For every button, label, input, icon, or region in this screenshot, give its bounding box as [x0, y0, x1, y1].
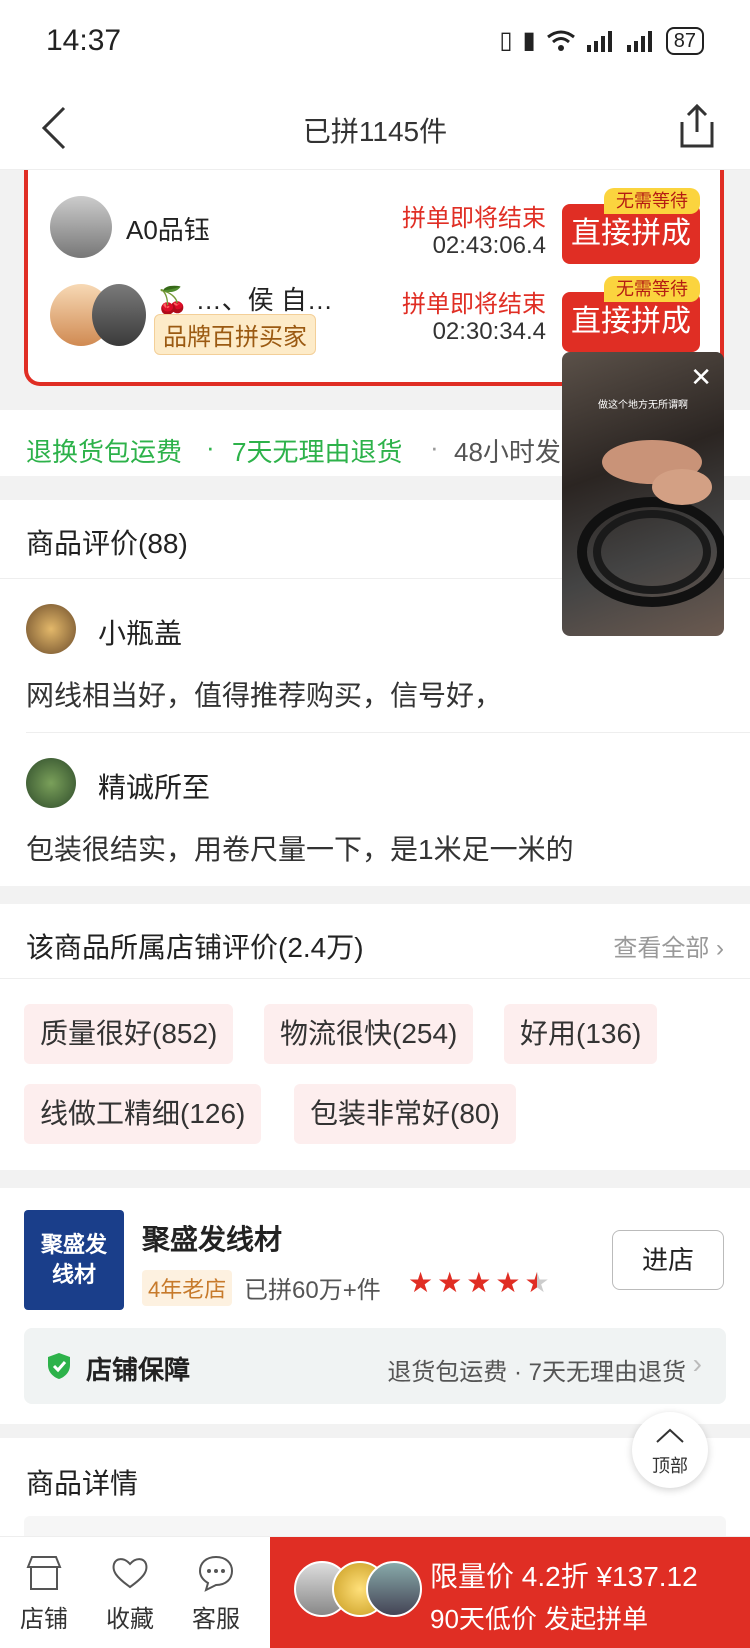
page-title: 已拼1145件 — [302, 116, 448, 147]
review-tag[interactable]: 好用(136) — [504, 1004, 658, 1064]
customer-service-tab-label: 客服 — [192, 1606, 240, 1633]
store-guarantee-title: 店铺保障 — [86, 1355, 191, 1385]
status-time: 14:37 — [46, 24, 122, 57]
divider — [26, 732, 750, 733]
store-reviews-title: 该商品所属店铺评价(2.4万) — [26, 932, 364, 963]
guarantee-separator: · — [206, 432, 215, 462]
shield-icon — [48, 1353, 70, 1379]
store-card: 聚盛发 线材 聚盛发线材 4年老店 已拼60万+件 ★ ★ ★ ★ ★ 进店 店铺… — [0, 1188, 750, 1424]
favorite-tab-label: 收藏 — [106, 1606, 154, 1633]
customer-service-tab[interactable]: 客服 — [176, 1553, 256, 1634]
nfc-icon: ▯ — [499, 27, 513, 54]
store-tab-label: 店铺 — [20, 1606, 68, 1633]
store-logo[interactable]: 聚盛发 线材 — [24, 1210, 124, 1310]
store-reviews: 该商品所属店铺评价(2.4万) 查看全部 › 质量很好(852) 物流很快(25… — [0, 904, 750, 1170]
store-icon — [26, 1556, 62, 1590]
enter-store-button[interactable]: 进店 — [612, 1230, 724, 1290]
review-tag[interactable]: 质量很好(852) — [24, 1004, 234, 1064]
guarantee-48h-ship: 48小时发 — [454, 437, 561, 467]
store-rating: ★ ★ ★ ★ ★ — [408, 1266, 550, 1299]
review-tag[interactable]: 线做工精细(126) — [24, 1084, 262, 1144]
see-all-label: 查看全部 — [613, 935, 710, 962]
group-ending-label: 拼单即将结束 — [402, 205, 546, 232]
store-sales: 已拼60万+件 — [244, 1277, 381, 1304]
chevron-right-icon: › — [692, 1348, 702, 1379]
start-group-buy-button[interactable]: 限量价 4.2折 ¥137.12 90天低价 发起拼单 — [270, 1537, 750, 1648]
star-icon: ★ — [408, 1267, 434, 1298]
review-text: 包装很结实，用卷尺量一下，是1米足一米的 — [26, 834, 574, 865]
back-to-top-label: 顶部 — [652, 1456, 688, 1476]
back-to-top-button[interactable]: 顶部 — [632, 1412, 708, 1488]
group-ending-label: 拼单即将结束 — [402, 291, 546, 318]
limited-price: 限量价 4.2折 ¥137.12 — [430, 1561, 698, 1592]
details-title: 商品详情 — [26, 1468, 139, 1499]
no-wait-tag: 无需等待 — [604, 188, 700, 214]
brand-buyer-badge: 品牌百拼买家 — [154, 314, 316, 355]
battery-indicator: 87 — [665, 26, 704, 55]
star-icon: ★ — [466, 1267, 492, 1298]
bottom-action-bar: 店铺 收藏 客服 限量价 4.2折 ¥137.12 90天低价 发起拼单 — [0, 1536, 750, 1648]
group-timer: 02:43:06.4 — [432, 232, 546, 259]
group-row: A0品钰 拼单即将结束 02:43:06.4 直接拼成 无需等待 — [28, 188, 720, 280]
store-name[interactable]: 聚盛发线材 — [142, 1218, 282, 1258]
reviewer-avatar — [26, 758, 76, 808]
signal-icon — [586, 30, 612, 52]
reviews-title[interactable]: 商品评价(88) — [26, 522, 188, 562]
favorite-tab[interactable]: 收藏 — [90, 1553, 170, 1634]
guarantee-7-day-return: 7天无理由退货 — [232, 437, 403, 467]
reviewer-name: 精诚所至 — [98, 772, 211, 803]
cable-coil-image — [577, 440, 724, 607]
group-leader-name: A0品钰 — [126, 215, 210, 245]
guarantee-separator: · — [430, 432, 439, 462]
avatar — [366, 1561, 422, 1617]
divider — [0, 978, 750, 979]
reviewer-avatar — [26, 604, 76, 654]
floating-video[interactable]: ✕ 做这个地方无所谓啊 — [562, 352, 724, 636]
nav-bar: 已拼1145件 — [0, 86, 750, 170]
vibrate-icon: ▮ — [522, 27, 536, 54]
store-guarantee[interactable]: 店铺保障 退货包运费 · 7天无理由退货 › — [24, 1328, 726, 1404]
store-logo-text: 聚盛发 — [40, 1232, 107, 1257]
store-tab[interactable]: 店铺 — [4, 1553, 84, 1634]
avatar — [50, 196, 112, 258]
chevron-up-icon — [656, 1428, 684, 1443]
review-tag[interactable]: 包装非常好(80) — [294, 1084, 516, 1144]
signal-icon-2 — [626, 30, 652, 52]
see-all-link[interactable]: 查看全部 › — [613, 928, 724, 963]
reviewer-name: 小瓶盖 — [98, 618, 183, 649]
status-icons: ▯ ▮ 87 — [499, 26, 704, 55]
wifi-icon — [546, 30, 575, 51]
heart-icon — [112, 1558, 148, 1589]
share-icon[interactable] — [676, 102, 718, 150]
chat-icon — [198, 1555, 234, 1592]
store-age-badge: 4年老店 — [142, 1270, 233, 1306]
avatar — [92, 284, 146, 346]
chevron-right-icon: › — [716, 935, 724, 962]
no-wait-tag: 无需等待 — [604, 276, 700, 302]
group-buy-label: 90天低价 发起拼单 — [430, 1604, 649, 1634]
group-leader-name: 🍒 …、侯 自… — [156, 285, 333, 315]
store-guarantee-text: 退货包运费 · 7天无理由退货 — [387, 1359, 686, 1386]
review-tag[interactable]: 物流很快(254) — [264, 1004, 474, 1064]
store-logo-text: 线材 — [51, 1262, 96, 1287]
half-star-icon: ★ — [524, 1267, 550, 1298]
star-icon: ★ — [495, 1267, 521, 1298]
group-timer: 02:30:34.4 — [432, 318, 546, 345]
review-text: 网线相当好，值得推荐购买，信号好， — [26, 680, 503, 711]
guarantee-return-shipping: 退换货包运费 — [26, 437, 183, 467]
status-bar: 14:37 ▯ ▮ 87 — [0, 0, 750, 86]
star-icon: ★ — [437, 1267, 463, 1298]
